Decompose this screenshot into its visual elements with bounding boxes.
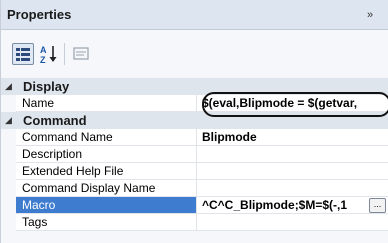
row-gutter [1, 163, 16, 180]
categorized-view-icon [16, 48, 30, 61]
property-value[interactable]: Blipmode [197, 129, 388, 146]
property-value[interactable] [197, 214, 388, 231]
property-name: Command Display Name [16, 180, 197, 197]
property-name: Command Name [16, 129, 197, 146]
property-value[interactable] [197, 146, 388, 163]
property-name: Name [16, 95, 197, 112]
alphabetical-sort-button[interactable]: A Z [38, 43, 60, 65]
property-value[interactable] [197, 180, 388, 197]
svg-text:Z: Z [40, 55, 46, 65]
ellipsis-button[interactable]: ... [369, 198, 386, 213]
collapse-triangle-icon[interactable]: ◢ [5, 115, 12, 126]
property-name: Extended Help File [16, 163, 197, 180]
properties-toolbar: A Z [1, 30, 388, 78]
alphabetical-sort-icon: A Z [40, 45, 57, 65]
property-row-macro[interactable]: Macro ^C^C_Blipmode;$M=$(-,1 ... [1, 197, 388, 214]
property-pages-icon [73, 47, 89, 60]
property-name: Description [16, 146, 197, 163]
collapse-triangle-icon[interactable]: ◢ [5, 81, 12, 92]
highlight-oval [202, 92, 388, 117]
panel-titlebar: Properties » [1, 0, 388, 30]
row-gutter [1, 146, 16, 163]
property-value[interactable] [197, 163, 388, 180]
svg-text:A: A [40, 45, 47, 55]
category-label: Command [23, 113, 87, 128]
property-row-command-display-name[interactable]: Command Display Name [1, 180, 388, 197]
property-name: Macro [16, 197, 197, 214]
panel-title: Properties [7, 7, 72, 22]
row-gutter [1, 180, 16, 197]
categorized-view-button[interactable] [12, 43, 34, 65]
properties-panel: Properties » A Z ◢ Display Name $(eval,B… [0, 0, 388, 243]
macro-value-field[interactable]: ^C^C_Blipmode;$M=$(-,1 ... [197, 197, 388, 214]
category-label: Display [23, 79, 70, 94]
property-pages-button[interactable] [71, 43, 93, 65]
row-gutter [1, 197, 16, 214]
toolbar-separator [64, 43, 65, 65]
property-row-command-name[interactable]: Command Name Blipmode [1, 129, 388, 146]
property-row-tags[interactable]: Tags [1, 214, 388, 231]
row-gutter [1, 95, 16, 112]
row-gutter [1, 129, 16, 146]
property-value: ^C^C_Blipmode;$M=$(-,1 [202, 198, 348, 212]
property-name: Tags [16, 214, 197, 231]
property-row-description[interactable]: Description [1, 146, 388, 163]
collapse-icon[interactable]: » [367, 9, 373, 21]
property-row-extended-help-file[interactable]: Extended Help File [1, 163, 388, 180]
row-gutter [1, 214, 16, 231]
